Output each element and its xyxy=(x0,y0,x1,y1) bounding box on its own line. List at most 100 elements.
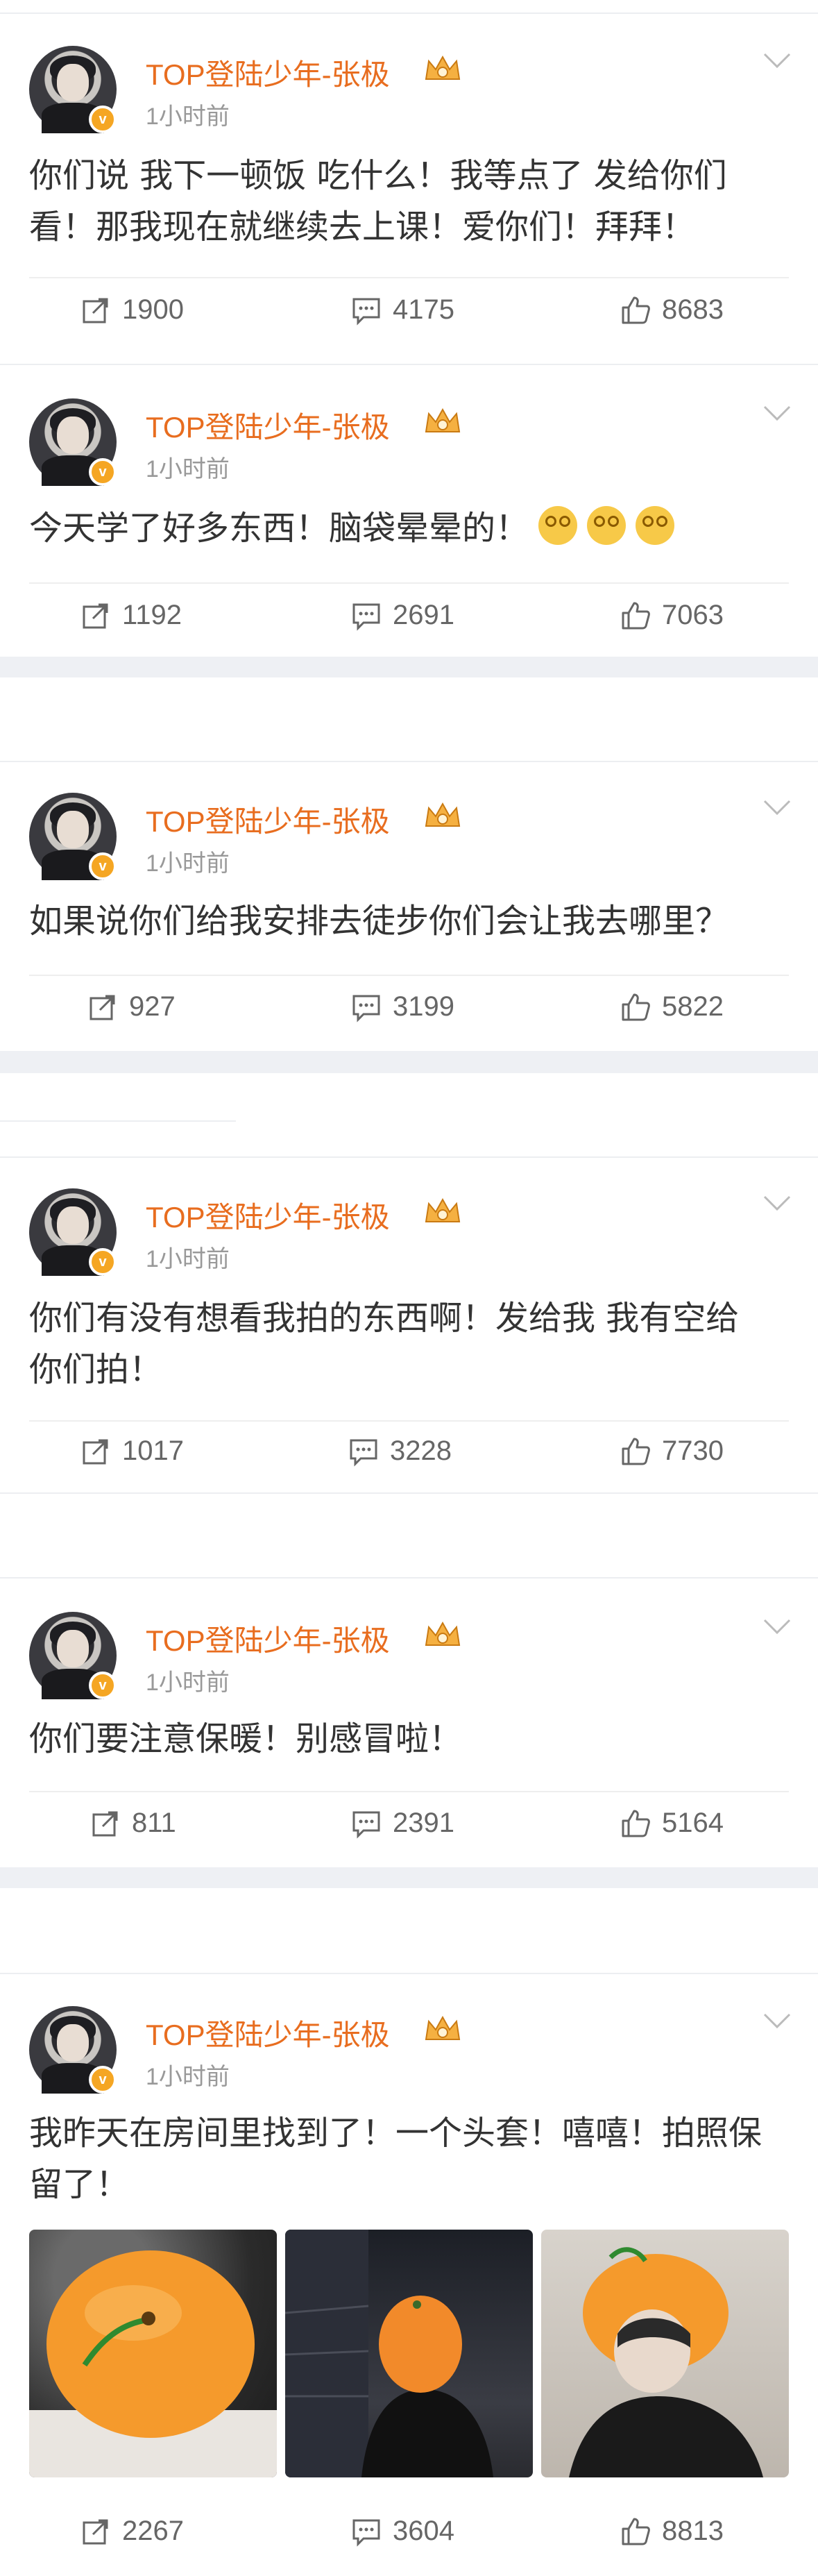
author-name[interactable]: TOP登陆少年-张极 xyxy=(146,798,390,841)
thumbs-up-icon xyxy=(622,1438,650,1465)
like-count: 5822 xyxy=(662,991,724,1022)
divider xyxy=(29,582,789,584)
section-separator xyxy=(0,1051,818,1073)
post-actions: 1017 3228 7730 xyxy=(0,1436,818,1477)
crown-badge-icon xyxy=(425,802,461,827)
comment-count: 2391 xyxy=(393,1808,454,1838)
chevron-down-icon[interactable] xyxy=(762,1616,792,1637)
post-text: 今天学了好多东西！脑袋晕晕的！ xyxy=(29,509,529,548)
verified-badge-icon: v xyxy=(89,106,117,133)
like-button[interactable]: 8813 xyxy=(620,2516,724,2547)
repost-button[interactable]: 2267 xyxy=(80,2516,184,2547)
post-actions: 1192 2691 7063 xyxy=(0,600,818,641)
comment-button[interactable]: 2691 xyxy=(351,600,454,631)
author-name[interactable]: TOP登陆少年-张极 xyxy=(146,2012,390,2054)
repost-count: 1192 xyxy=(122,600,182,630)
post-actions: 2267 3604 8813 xyxy=(0,2516,818,2557)
repost-icon xyxy=(83,298,108,323)
verified-badge-icon: v xyxy=(89,458,117,486)
comment-button[interactable]: 4175 xyxy=(351,294,454,326)
repost-count: 2267 xyxy=(122,2516,184,2546)
photo-thumbnail[interactable] xyxy=(285,2230,533,2477)
verified-badge-icon: v xyxy=(89,852,117,880)
comment-button[interactable]: 3228 xyxy=(348,1436,452,1467)
repost-button[interactable]: 1192 xyxy=(80,600,182,631)
chevron-down-icon[interactable] xyxy=(762,403,792,423)
comment-button[interactable]: 3199 xyxy=(351,991,454,1022)
crown-badge-icon xyxy=(425,1621,461,1646)
post-divider xyxy=(0,1973,818,1974)
photo-thumbnail[interactable] xyxy=(541,2230,789,2477)
section-separator xyxy=(0,657,818,677)
chevron-down-icon[interactable] xyxy=(762,1193,792,1213)
repost-icon xyxy=(83,1439,108,1464)
post-time: 1小时前 xyxy=(146,2064,230,2090)
post-divider xyxy=(0,1577,818,1579)
like-button[interactable]: 8683 xyxy=(620,294,724,326)
repost-button[interactable]: 1017 xyxy=(80,1436,184,1467)
avatar[interactable]: v xyxy=(29,1612,117,1699)
repost-button[interactable]: 927 xyxy=(87,991,176,1022)
post-time: 1小时前 xyxy=(146,1246,230,1272)
post-actions: 1900 4175 8683 xyxy=(0,294,818,336)
repost-count: 927 xyxy=(129,991,176,1022)
chevron-down-icon[interactable] xyxy=(762,797,792,818)
crown-badge-icon xyxy=(425,1197,461,1222)
like-button[interactable]: 5164 xyxy=(620,1808,724,1839)
verified-badge-icon: v xyxy=(89,1672,117,1699)
verified-badge-icon: v xyxy=(89,2066,117,2094)
author-name[interactable]: TOP登陆少年-张极 xyxy=(146,404,390,446)
comment-icon xyxy=(352,2519,380,2547)
divider xyxy=(29,1791,789,1792)
like-button[interactable]: 7730 xyxy=(620,1436,724,1467)
divider xyxy=(29,277,789,278)
repost-count: 811 xyxy=(132,1808,176,1838)
chevron-down-icon[interactable] xyxy=(762,2010,792,2031)
like-count: 8813 xyxy=(662,2516,724,2546)
author-name[interactable]: TOP登陆少年-张极 xyxy=(146,1194,390,1236)
like-button[interactable]: 5822 xyxy=(620,991,724,1022)
thumbs-up-icon xyxy=(622,2518,650,2545)
crown-badge-icon xyxy=(425,407,461,432)
repost-icon xyxy=(83,603,108,628)
post-divider xyxy=(0,1120,236,1122)
author-name[interactable]: TOP登陆少年-张极 xyxy=(146,1617,390,1660)
photo-thumbnail[interactable] xyxy=(29,2230,277,2477)
comment-icon xyxy=(352,603,380,631)
avatar[interactable]: v xyxy=(29,1188,117,1276)
like-count: 5164 xyxy=(662,1808,724,1838)
dizzy-face-emoji-icon xyxy=(587,506,627,545)
chevron-down-icon[interactable] xyxy=(762,50,792,71)
repost-count: 1900 xyxy=(122,294,184,325)
post-text-row: 今天学了好多东西！脑袋晕晕的！ xyxy=(29,503,792,554)
like-count: 8683 xyxy=(662,294,724,325)
dizzy-face-emoji-icon xyxy=(538,506,578,545)
comment-button[interactable]: 3604 xyxy=(351,2516,454,2547)
repost-icon xyxy=(83,2519,108,2544)
repost-button[interactable]: 811 xyxy=(90,1808,176,1839)
orange-head-photo-icon xyxy=(569,2247,763,2477)
post-time: 1小时前 xyxy=(146,850,230,877)
repost-icon xyxy=(92,1811,118,1836)
like-button[interactable]: 7063 xyxy=(620,600,724,631)
repost-button[interactable]: 1900 xyxy=(80,294,184,326)
post-actions: 811 2391 5164 xyxy=(0,1808,818,1849)
avatar[interactable]: v xyxy=(29,46,117,133)
like-count: 7730 xyxy=(662,1436,724,1466)
comment-button[interactable]: 2391 xyxy=(351,1808,454,1839)
avatar[interactable]: v xyxy=(29,793,117,880)
weibo-feed: v TOP登陆少年-张极 1小时前 你们说 我下一顿饭 吃什么！我等点了 发给你… xyxy=(0,0,818,2576)
post-divider xyxy=(0,761,818,762)
comment-icon xyxy=(352,298,380,326)
avatar[interactable]: v xyxy=(29,398,117,486)
crown-badge-icon xyxy=(425,2015,461,2040)
repost-count: 1017 xyxy=(122,1436,184,1466)
author-name[interactable]: TOP登陆少年-张极 xyxy=(146,51,390,94)
comment-count: 3228 xyxy=(390,1436,452,1466)
comment-icon xyxy=(352,1811,380,1839)
verified-badge-icon: v xyxy=(89,1248,117,1276)
post-text: 我昨天在房间里找到了！一个头套！嘻嘻！拍照保留了！ xyxy=(29,2114,762,2204)
avatar[interactable]: v xyxy=(29,2006,117,2094)
thumbs-up-icon xyxy=(622,602,650,629)
comment-icon xyxy=(352,995,380,1022)
